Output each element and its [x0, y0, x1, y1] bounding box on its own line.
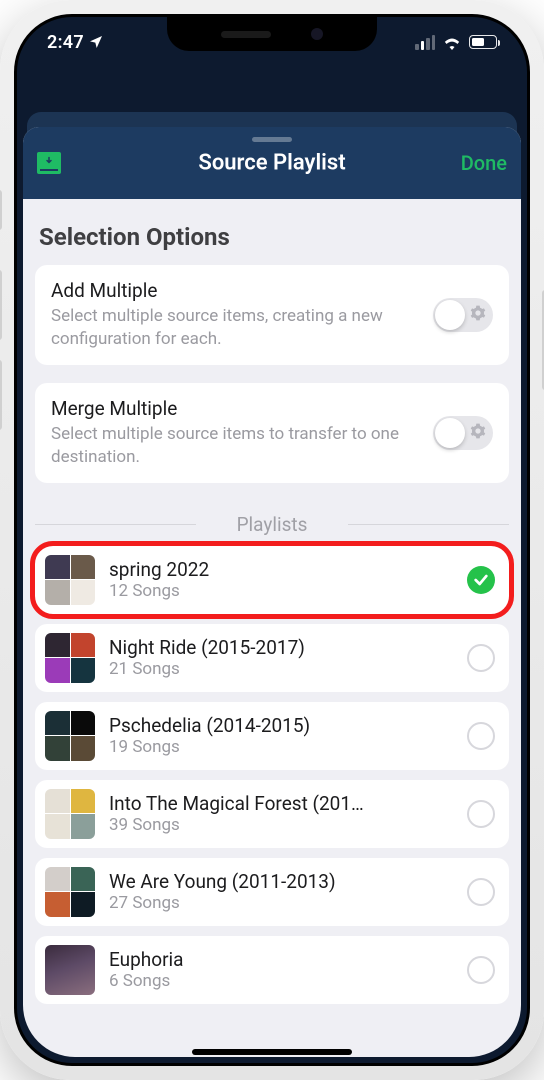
mute-switch: [0, 190, 2, 230]
playlist-row[interactable]: Pschedelia (2014-2015) 19 Songs: [35, 702, 509, 770]
home-indicator[interactable]: [192, 1049, 352, 1055]
playlist-title: We Are Young (2011-2013): [109, 870, 453, 893]
playlist-row[interactable]: Euphoria 6 Songs: [35, 936, 509, 1004]
wifi-icon: [442, 35, 462, 50]
volume-down-button: [0, 360, 2, 430]
check-icon: [467, 566, 495, 594]
playlist-title: Pschedelia (2014-2015): [109, 714, 453, 737]
radio-unselected-icon: [467, 800, 495, 828]
modal-sheet: Source Playlist Done Selection Options A…: [23, 127, 521, 1057]
status-time: 2:47: [47, 32, 84, 53]
playlist-subtitle: 12 Songs: [109, 581, 453, 601]
playlist-row[interactable]: We Are Young (2011-2013) 27 Songs: [35, 858, 509, 926]
option-title: Merge Multiple: [51, 397, 421, 420]
notch: [167, 17, 377, 51]
option-subtitle: Select multiple source items, creating a…: [51, 305, 421, 351]
gear-icon: [470, 305, 486, 325]
battery-icon: [469, 35, 497, 49]
volume-up-button: [0, 270, 2, 340]
option-add-multiple: Add Multiple Select multiple source item…: [35, 265, 509, 365]
playlists-divider-label: Playlists: [35, 513, 509, 536]
playlist-row[interactable]: Into The Magical Forest (201… 39 Songs: [35, 780, 509, 848]
gear-icon: [470, 423, 486, 443]
radio-unselected-icon: [467, 956, 495, 984]
playlist-subtitle: 27 Songs: [109, 893, 453, 913]
toggle-merge-multiple[interactable]: [433, 416, 493, 450]
cellular-icon: [415, 35, 435, 50]
option-subtitle: Select multiple source items to transfer…: [51, 423, 421, 469]
toggle-add-multiple[interactable]: [433, 298, 493, 332]
playlist-subtitle: 39 Songs: [109, 815, 453, 835]
playlist-row[interactable]: spring 2022 12 Songs: [35, 546, 509, 614]
playlist-title: Night Ride (2015-2017): [109, 636, 453, 659]
nav-title: Source Playlist: [23, 151, 521, 176]
playlist-art-icon: [45, 789, 95, 839]
playlist-subtitle: 21 Songs: [109, 659, 453, 679]
playlist-subtitle: 19 Songs: [109, 737, 453, 757]
playlist-title: spring 2022: [109, 558, 453, 581]
playlist-subtitle: 6 Songs: [109, 971, 453, 991]
playlist-art-icon: [45, 867, 95, 917]
radio-unselected-icon: [467, 878, 495, 906]
location-icon: [88, 34, 104, 50]
radio-unselected-icon: [467, 722, 495, 750]
nav-bar: Source Playlist Done: [23, 127, 521, 199]
done-button[interactable]: Done: [461, 151, 507, 175]
playlist-row[interactable]: Night Ride (2015-2017) 21 Songs: [35, 624, 509, 692]
playlist-art-icon: [45, 555, 95, 605]
playlist-title: Euphoria: [109, 948, 453, 971]
playlist-art-icon: [45, 633, 95, 683]
screen: 2:47: [14, 14, 530, 1066]
playlist-art-icon: [45, 711, 95, 761]
sheet-grabber[interactable]: [252, 137, 292, 142]
device-frame: 2:47: [0, 0, 544, 1080]
playlist-art-icon: [45, 945, 95, 995]
playlist-title: Into The Magical Forest (201…: [109, 792, 453, 815]
option-merge-multiple: Merge Multiple Select multiple source it…: [35, 383, 509, 483]
option-title: Add Multiple: [51, 279, 421, 302]
section-heading: Selection Options: [39, 223, 505, 251]
download-icon[interactable]: [37, 152, 61, 174]
radio-unselected-icon: [467, 644, 495, 672]
